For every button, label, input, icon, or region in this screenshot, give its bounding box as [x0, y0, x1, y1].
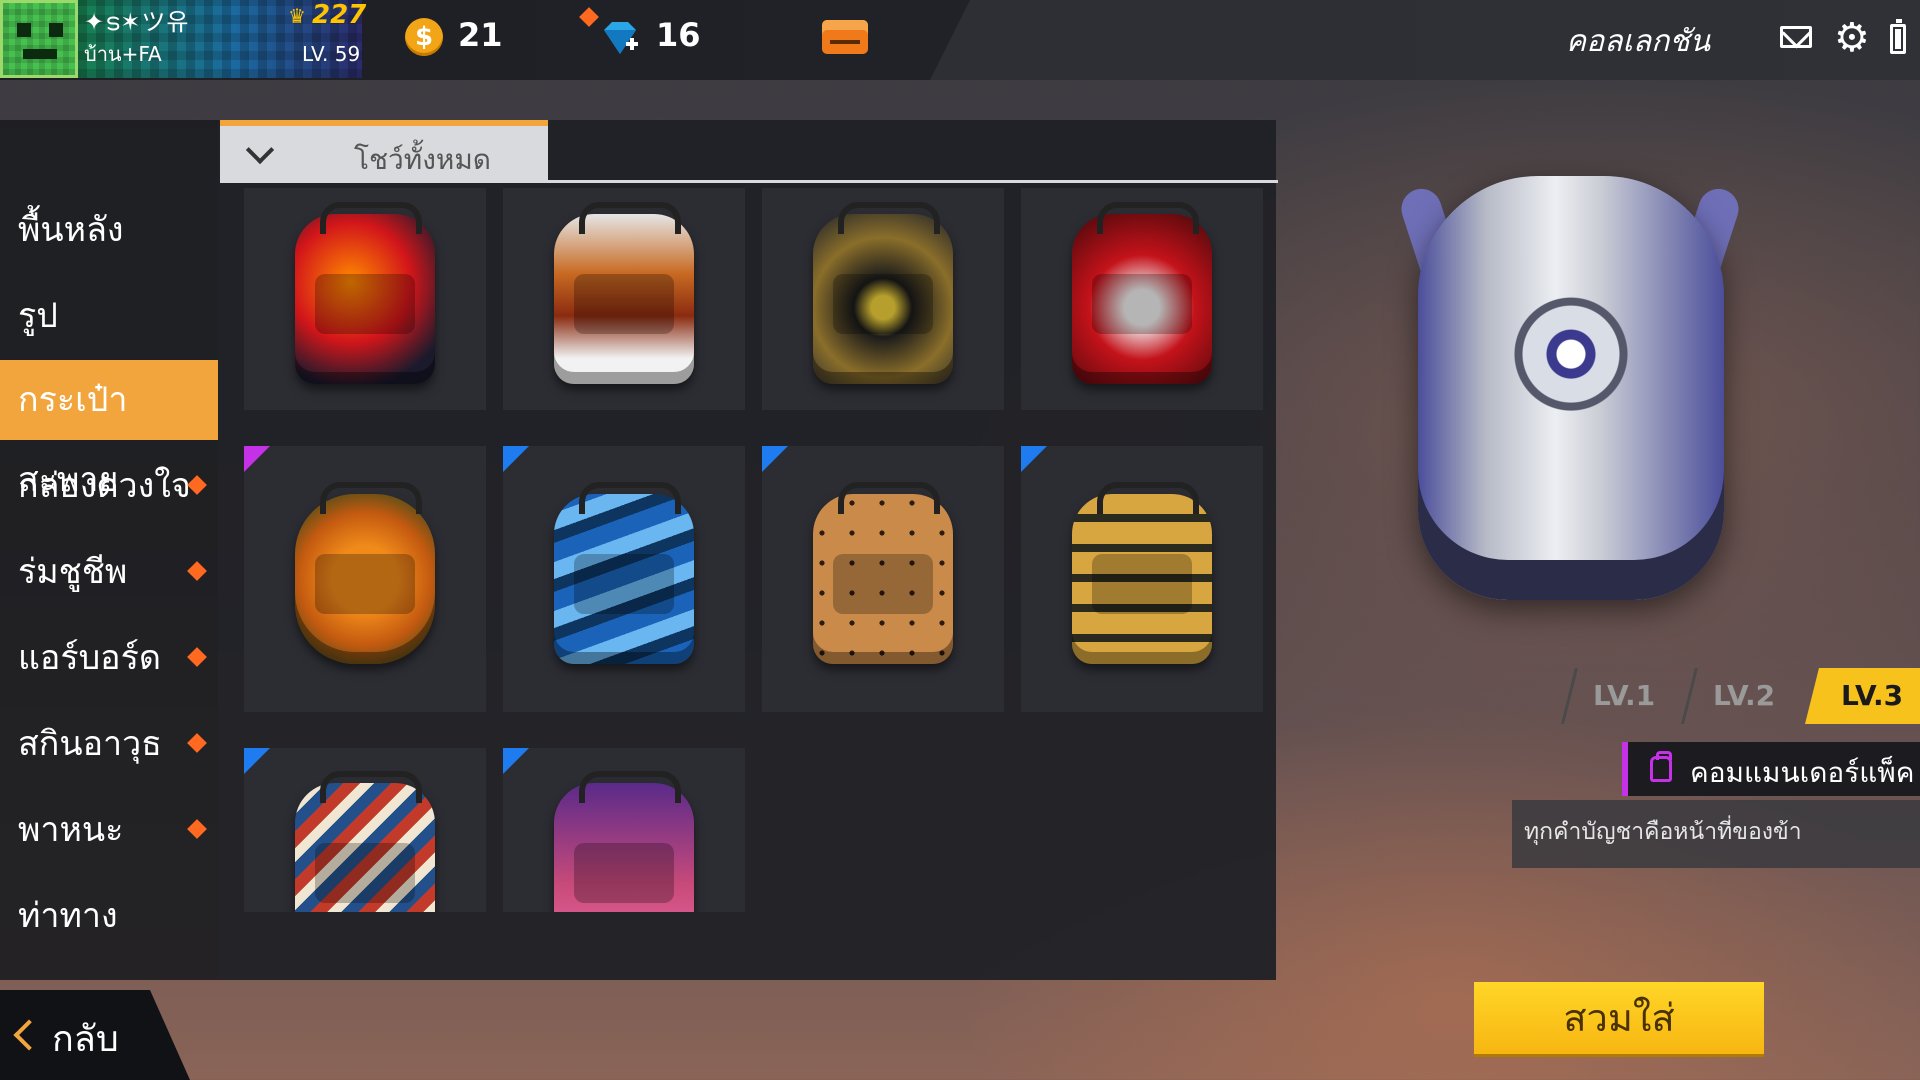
avatar-eye-right — [49, 23, 63, 37]
item-tile-gold-stripe-backpack[interactable] — [1021, 446, 1263, 712]
new-indicator-icon — [187, 647, 207, 667]
sidebar-item-label: พื้นหลัง — [18, 210, 124, 250]
sidebar-item-label: แอร์บอร์ด — [18, 638, 161, 678]
new-indicator-icon — [187, 819, 207, 839]
backpack-thumbnail — [554, 482, 694, 664]
rarity-rare-marker — [503, 446, 529, 472]
membership-card-icon[interactable] — [822, 20, 868, 54]
new-indicator-icon — [187, 561, 207, 581]
item-tile-blue-camo-backpack[interactable] — [503, 446, 745, 712]
backpack-thumbnail — [295, 482, 435, 664]
sidebar-item-label: สกินอาวุธ — [18, 724, 162, 764]
item-tile-tiger-backpack[interactable] — [503, 188, 745, 410]
backpack-icon — [1650, 751, 1672, 782]
equip-button[interactable]: สวมใส่ — [1474, 982, 1764, 1054]
backpack-thumbnail — [1072, 482, 1212, 664]
item-tile-leopard-backpack[interactable] — [762, 446, 1004, 712]
sidebar-item-vehicle[interactable]: พาหนะ — [0, 790, 218, 870]
diamond-icon[interactable] — [600, 18, 640, 58]
backpack-thumbnail — [813, 202, 953, 384]
sidebar-item-label: ร่มชูชีพ — [18, 552, 128, 592]
rarity-rare-marker — [503, 748, 529, 774]
rarity-epic-marker — [244, 446, 270, 472]
item-description: ทุกคำบัญชาคือหน้าที่ของข้า — [1512, 800, 1920, 868]
rarity-rare-marker — [244, 748, 270, 774]
backpack-preview-3d[interactable] — [1418, 176, 1724, 600]
chevron-down-icon — [245, 135, 275, 165]
filter-dropdown[interactable]: โชว์ทั้งหมด — [220, 120, 548, 182]
backpack-thumbnail — [1072, 202, 1212, 384]
level-tab-label: LV.1 — [1593, 679, 1656, 712]
sidebar-item-label: รูป — [18, 296, 58, 336]
battery-icon — [1890, 19, 1906, 54]
level-tab-2[interactable]: LV.2 — [1681, 668, 1805, 724]
level-tabs: LV.1 LV.2 LV.3 — [1561, 668, 1920, 724]
item-name: คอมแมนเดอร์แพ็ค — [1690, 756, 1915, 789]
mail-icon[interactable] — [1780, 26, 1812, 48]
backpack-thumbnail — [295, 202, 435, 384]
sidebar-item-label: พาหนะ — [18, 810, 124, 850]
item-tile-patchwork-backpack[interactable] — [244, 748, 486, 912]
level-tab-1[interactable]: LV.1 — [1561, 668, 1685, 724]
item-tile-gold-emblem-backpack[interactable] — [762, 188, 1004, 410]
divider — [220, 180, 1278, 183]
item-tile-pumpkin-backpack[interactable] — [244, 446, 486, 712]
sidebar-item-label: ท่าทาง — [18, 896, 118, 936]
player-name: ✦ട✶ツ유 — [84, 8, 190, 36]
sidebar-item-background[interactable]: พื้นหลัง — [0, 190, 218, 270]
level-tab-label: LV.3 — [1840, 679, 1904, 712]
coin-icon: $ — [405, 18, 443, 56]
item-tile-purple-backpack[interactable] — [503, 748, 745, 912]
rarity-rare-marker — [762, 446, 788, 472]
backpack-thumbnail — [813, 482, 953, 664]
page-title: คอลเลกชัน — [1566, 24, 1711, 59]
sidebar-item-loot-box[interactable]: กล่องดวงใจ — [0, 446, 218, 526]
item-tile-flame-backpack[interactable] — [244, 188, 486, 410]
back-label[interactable]: กลับ — [52, 1010, 119, 1067]
sidebar-item-parachute[interactable]: ร่มชูชีพ — [0, 532, 218, 612]
player-avatar[interactable] — [0, 0, 78, 78]
avatar-eye-left — [17, 23, 31, 37]
level-tab-3[interactable]: LV.3 — [1805, 668, 1920, 724]
item-name-badge: คอมแมนเดอร์แพ็ค — [1622, 742, 1920, 796]
gear-icon[interactable]: ⚙ — [1834, 18, 1870, 58]
sidebar-item-emote[interactable]: ท่าทาง — [0, 876, 218, 956]
sidebar-item-backpack[interactable]: กระเป๋าสะพาย — [0, 360, 218, 500]
diamond-count: 16 — [656, 16, 701, 54]
player-level: LV. 59 — [302, 42, 361, 66]
new-indicator-icon — [187, 733, 207, 753]
backpack-thumbnail — [554, 771, 694, 912]
player-score: 227 — [312, 0, 367, 30]
player-guild: บ้าน+FA — [84, 42, 162, 66]
avatar-mouth — [23, 49, 57, 59]
top-bar-accent — [930, 0, 1920, 80]
backpack-thumbnail — [554, 202, 694, 384]
level-tab-label: LV.2 — [1713, 679, 1776, 712]
sidebar-item-weapon-skin[interactable]: สกินอาวุธ — [0, 704, 218, 784]
sidebar-item-label: กล่องดวงใจ — [18, 466, 191, 506]
filter-label: โชว์ทั้งหมด — [354, 143, 491, 176]
sidebar-item-avatar[interactable]: รูป — [0, 276, 218, 356]
coin-count: 21 — [458, 16, 503, 54]
rarity-rare-marker — [1021, 446, 1047, 472]
item-tile-red-mask-backpack[interactable] — [1021, 188, 1263, 410]
backpack-thumbnail — [295, 771, 435, 912]
sidebar-item-skyboard[interactable]: แอร์บอร์ด — [0, 618, 218, 698]
crown-icon: ♛ — [288, 4, 306, 28]
